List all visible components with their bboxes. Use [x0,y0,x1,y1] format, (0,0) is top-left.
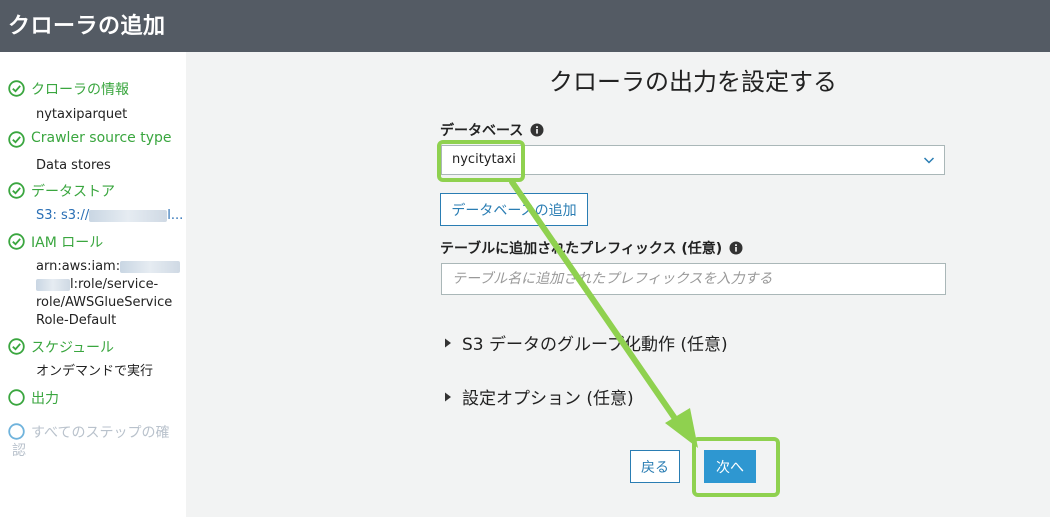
check-circle-icon [8,182,25,199]
data-store-link[interactable]: S3: s3:// l... [36,207,183,225]
step-output[interactable]: 出力 [8,388,59,408]
prefix-label: テーブルに追加されたプレフィックス (任意) [440,238,743,258]
step-crawler-source-type[interactable]: Crawler source type [8,130,172,148]
step-schedule[interactable]: スケジュール [8,337,114,357]
step-label: 出力 [31,391,59,407]
check-circle-icon [8,80,25,97]
step-iam-role[interactable]: IAM ロール [8,232,103,252]
caret-right-icon [445,338,451,347]
iam-line: role/AWSGlueService [36,295,173,310]
database-label: データベース [440,120,544,140]
database-label-text: データベース [440,123,524,139]
step-label: データストア [31,184,115,200]
check-circle-icon [8,233,25,250]
step-value: オンデマンドで実行 [36,364,154,379]
step-label-continued: 認 [12,443,26,459]
database-select[interactable]: nycitytaxi [441,145,945,175]
step-value: nytaxiparquet [36,107,128,122]
chevron-down-icon [923,157,935,164]
page-title: クローラの追加 [8,14,166,39]
iam-role-value: arn:aws:iam: l:role/service- role/AWSGlu… [36,258,181,330]
data-store-path: S3: s3:// [36,208,90,223]
prefix-input[interactable]: テーブル名に追加されたプレフィックスを入力する [441,263,946,295]
iam-line: Role-Default [36,313,117,328]
step-data-store[interactable]: データストア [8,181,115,201]
caret-right-icon [445,392,451,401]
iam-line: arn:aws:iam: [36,259,121,274]
prefix-label-text: テーブルに追加されたプレフィックス (任意) [440,241,723,257]
iam-line: l:role/service- [70,277,159,292]
redacted-block [36,278,70,291]
config-options-toggle[interactable]: 設定オプション (任意) [444,384,634,409]
wizard-sidebar: クローラの情報 nytaxiparquet Crawler source typ… [0,52,186,517]
redacted-block [120,260,181,273]
step-label: クローラの情報 [31,82,129,98]
next-button[interactable]: 次へ [704,450,756,483]
step-label: IAM ロール [31,235,104,251]
top-bar: クローラの追加 [0,0,1050,52]
check-circle-icon [8,131,25,148]
step-label: すべてのステップの確 [31,425,170,441]
redacted-block [89,209,168,222]
step-label: Crawler source type [31,130,172,146]
main-panel: クローラの出力を設定する データベース nycitytaxi データベースの追加… [186,52,1050,517]
circle-icon [8,389,25,406]
s3-grouping-toggle[interactable]: S3 データのグループ化動作 (任意) [444,330,728,355]
data-store-suffix: l... [167,208,184,223]
step-value: Data stores [36,158,111,173]
info-icon[interactable] [729,241,743,255]
section-heading: クローラの出力を設定する [549,68,837,96]
add-database-button[interactable]: データベースの追加 [440,193,588,226]
step-label: スケジュール [31,340,115,356]
step-crawler-info[interactable]: クローラの情報 [8,79,129,99]
step-review: すべてのステップの確 [8,422,169,442]
back-button[interactable]: 戻る [630,450,680,483]
check-circle-icon [8,338,25,355]
database-select-value: nycitytaxi [452,152,516,167]
s3-grouping-label: S3 データのグループ化動作 (任意) [462,335,728,355]
config-options-label: 設定オプション (任意) [462,389,634,409]
info-icon[interactable] [530,123,544,137]
circle-icon [8,423,25,440]
